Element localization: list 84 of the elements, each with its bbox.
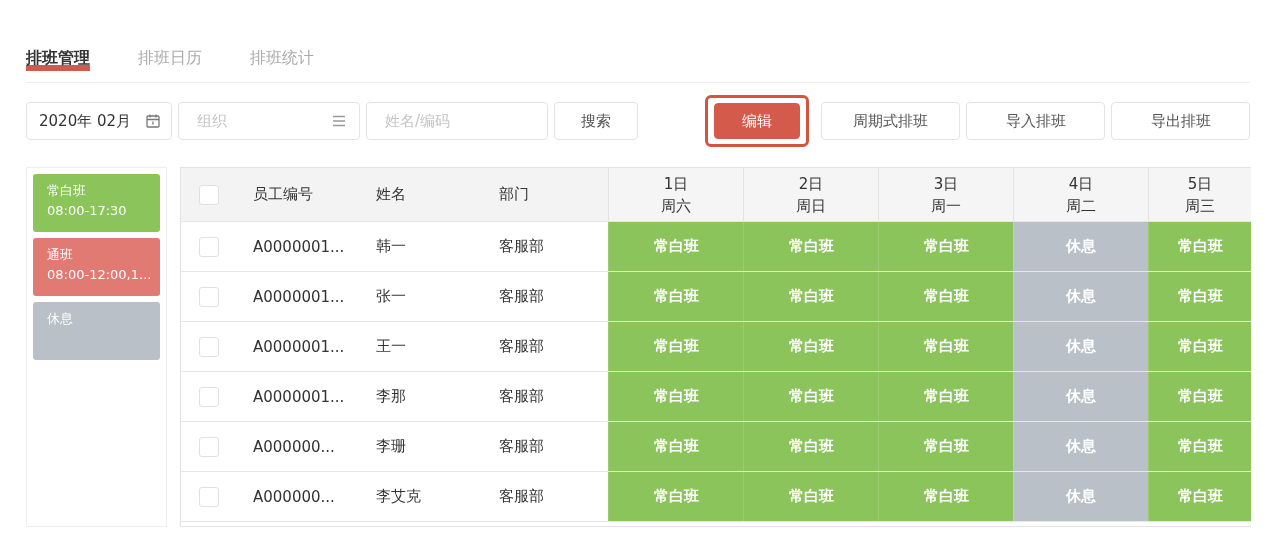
checkbox[interactable] [199, 486, 219, 507]
table-cell: 客服部 [499, 387, 544, 406]
checkbox[interactable] [199, 236, 219, 257]
table-cell: 客服部 [499, 337, 544, 356]
shift-cell[interactable]: 常白班 [743, 372, 878, 421]
edit-button[interactable]: 编辑 [714, 103, 800, 139]
table-cell: 韩一 [376, 237, 406, 256]
table-cell: 张一 [376, 287, 406, 306]
table-cell: 客服部 [499, 237, 544, 256]
date-header: 5日 [1187, 173, 1213, 195]
checkbox[interactable] [199, 386, 219, 407]
tab[interactable]: 排班管理 [26, 38, 90, 71]
shift-cell[interactable]: 休息 [1013, 372, 1148, 421]
action-button[interactable]: 周期式排班 [821, 102, 960, 140]
shift-cell[interactable]: 常白班 [1148, 322, 1251, 371]
shift-cell[interactable]: 休息 [1013, 272, 1148, 321]
table-cell: 客服部 [499, 487, 544, 506]
shift-cell[interactable]: 休息 [1013, 222, 1148, 271]
table-cell: 李珊 [376, 437, 406, 456]
checkbox[interactable] [199, 184, 219, 205]
shift-cell[interactable]: 常白班 [1148, 472, 1251, 521]
tab[interactable]: 排班日历 [138, 38, 202, 71]
checkbox[interactable] [199, 286, 219, 307]
shift-cell[interactable]: 常白班 [608, 422, 743, 471]
shift-type-card[interactable]: 通班 08:00-12:00,1... [33, 238, 160, 296]
search-button[interactable]: 搜索 [554, 102, 638, 140]
shift-cell[interactable]: 常白班 [743, 272, 878, 321]
table-cell: A000000... [253, 437, 335, 456]
shift-cell[interactable]: 常白班 [743, 472, 878, 521]
shift-cell[interactable]: 休息 [1013, 422, 1148, 471]
shift-cell[interactable]: 常白班 [608, 272, 743, 321]
column-header: 部门 [499, 185, 529, 204]
shift-cell[interactable]: 常白班 [1148, 222, 1251, 271]
weekday-header: 周二 [1066, 195, 1096, 217]
shift-cell[interactable]: 常白班 [608, 322, 743, 371]
shift-cell[interactable]: 常白班 [1148, 272, 1251, 321]
organization-select[interactable]: 组织 [178, 102, 360, 140]
shift-type-card[interactable]: 休息 [33, 302, 160, 360]
table-cell: 李那 [376, 387, 406, 406]
shift-cell[interactable]: 休息 [1013, 472, 1148, 521]
shift-cell[interactable]: 常白班 [743, 222, 878, 271]
weekday-header: 周日 [796, 195, 826, 217]
shift-cell[interactable]: 常白班 [1148, 422, 1251, 471]
date-header: 1日 [663, 173, 689, 195]
search-field[interactable]: 姓名/编码 [366, 102, 548, 140]
shift-cell[interactable]: 常白班 [878, 272, 1013, 321]
action-button[interactable]: 导出排班 [1111, 102, 1250, 140]
table-cell: 客服部 [499, 437, 544, 456]
table-cell: A0000001... [253, 237, 345, 256]
weekday-header: 周六 [661, 195, 691, 217]
table-cell: 客服部 [499, 287, 544, 306]
shift-cell[interactable]: 常白班 [743, 422, 878, 471]
shift-cell[interactable]: 休息 [1013, 322, 1148, 371]
table-cell: A000000... [253, 487, 335, 506]
action-button[interactable]: 导入排班 [966, 102, 1105, 140]
weekday-header: 周三 [1185, 195, 1215, 217]
date-header: 2日 [798, 173, 824, 195]
table-cell: A0000001... [253, 287, 345, 306]
shift-cell[interactable]: 常白班 [878, 472, 1013, 521]
table-cell: A0000001... [253, 387, 345, 406]
column-header: 姓名 [376, 185, 406, 204]
shift-cell[interactable]: 常白班 [878, 422, 1013, 471]
shift-cell[interactable]: 常白班 [878, 222, 1013, 271]
weekday-header: 周一 [931, 195, 961, 217]
shift-cell[interactable]: 常白班 [1148, 372, 1251, 421]
shift-cell[interactable]: 常白班 [608, 472, 743, 521]
shift-type-card[interactable]: 常白班 08:00-17:30 [33, 174, 160, 232]
shift-cell[interactable]: 常白班 [743, 322, 878, 371]
checkbox[interactable] [199, 336, 219, 357]
date-header: 3日 [933, 173, 959, 195]
shift-cell[interactable]: 常白班 [608, 372, 743, 421]
shift-cell[interactable]: 常白班 [608, 222, 743, 271]
table-cell: A0000001... [253, 337, 345, 356]
shift-cell[interactable]: 常白班 [878, 322, 1013, 371]
shift-cell[interactable]: 常白班 [878, 372, 1013, 421]
checkbox[interactable] [199, 436, 219, 457]
tab[interactable]: 排班统计 [250, 38, 314, 71]
menu-icon [332, 115, 346, 127]
date-header: 4日 [1068, 173, 1094, 195]
column-header: 员工编号 [253, 185, 313, 204]
calendar-icon [145, 113, 161, 129]
month-picker[interactable]: 2020年 02月 [26, 102, 172, 140]
table-cell: 李艾克 [376, 487, 421, 506]
table-cell: 王一 [376, 337, 406, 356]
